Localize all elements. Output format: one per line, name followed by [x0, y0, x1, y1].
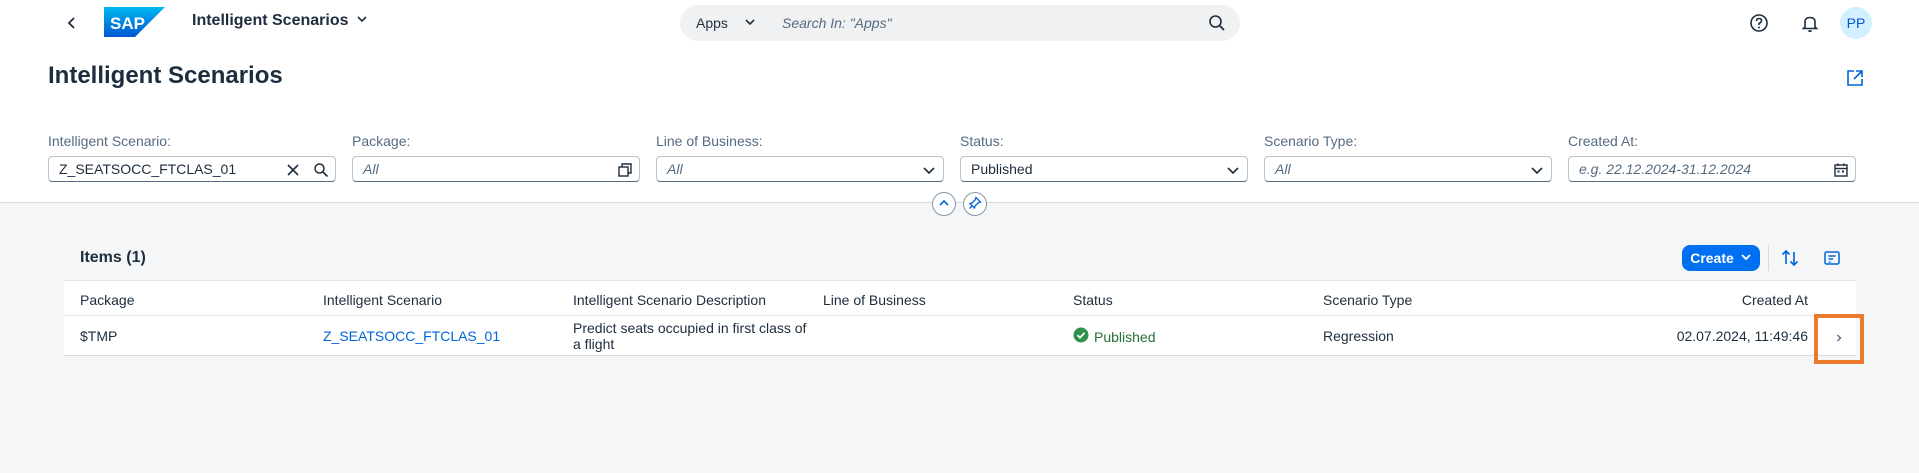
chevron-down-icon[interactable] — [1529, 161, 1545, 185]
pin-icon — [968, 195, 982, 213]
column-header-description[interactable]: Intelligent Scenario Description — [573, 292, 766, 308]
filter-label: Line of Business: — [656, 133, 763, 149]
chevron-right-icon — [1833, 331, 1845, 347]
calendar-icon[interactable] — [1833, 161, 1849, 185]
filter-placeholder: All — [1275, 161, 1291, 177]
filter-line-of-business: Line of Business: All — [656, 133, 944, 182]
chevron-down-icon — [744, 15, 756, 31]
filter-scenario-type: Scenario Type: All — [1264, 133, 1552, 182]
status-select[interactable]: Published — [960, 156, 1248, 182]
filter-label: Status: — [960, 133, 1004, 149]
notification-bell-icon[interactable] — [1798, 11, 1822, 35]
success-check-icon — [1073, 327, 1089, 346]
search-scope-select[interactable]: Apps — [696, 15, 756, 31]
column-header-line-of-business[interactable]: Line of Business — [823, 292, 926, 308]
filter-placeholder: All — [667, 161, 683, 177]
filter-created-at: Created At: e.g. 22.12.2024-31.12.2024 — [1568, 133, 1856, 182]
table-title: Items (1) — [80, 249, 146, 266]
table-settings-icon[interactable] — [1822, 248, 1842, 271]
filter-label: Scenario Type: — [1264, 133, 1358, 149]
clear-icon[interactable] — [285, 161, 301, 185]
back-icon[interactable] — [62, 13, 82, 33]
filter-placeholder: All — [363, 161, 379, 177]
column-header-status[interactable]: Status — [1073, 292, 1113, 308]
sap-logo[interactable]: SAP — [104, 7, 165, 37]
column-header-package[interactable]: Package — [80, 292, 134, 308]
search-icon[interactable] — [313, 161, 329, 185]
share-icon[interactable] — [1845, 68, 1865, 91]
filter-placeholder: e.g. 22.12.2024-31.12.2024 — [1579, 161, 1752, 177]
shell-bar: SAP Intelligent Scenarios Apps Search In… — [0, 0, 1919, 46]
column-header-created-at[interactable]: Created At — [1742, 292, 1808, 308]
cell-status: Published — [1073, 327, 1156, 346]
scenario-type-select[interactable]: All — [1264, 156, 1552, 182]
create-button[interactable]: Create — [1682, 245, 1760, 271]
table-header-row: Package Intelligent Scenario Intelligent… — [64, 280, 1856, 316]
filter-label: Package: — [352, 133, 411, 149]
app-title-menu[interactable]: Intelligent Scenarios — [192, 12, 368, 30]
page-title: Intelligent Scenarios — [48, 62, 283, 89]
items-table-card: Items (1) Create Package Intelligent Sce… — [64, 236, 1864, 364]
description-line: a flight — [573, 336, 615, 352]
filter-label: Intelligent Scenario: — [48, 133, 171, 149]
filter-value: Published — [971, 161, 1033, 177]
toolbar-separator — [1768, 245, 1769, 271]
cell-package: $TMP — [80, 328, 118, 344]
user-avatar[interactable]: PP — [1840, 7, 1872, 39]
search-field[interactable]: Apps Search In: "Apps" — [680, 5, 1240, 41]
search-input[interactable]: Search In: "Apps" — [782, 15, 892, 31]
column-header-intelligent-scenario[interactable]: Intelligent Scenario — [323, 292, 442, 308]
cell-created-at: 02.07.2024, 11:49:46 — [1676, 328, 1808, 344]
pin-header-button[interactable] — [963, 192, 987, 216]
value-help-icon[interactable] — [617, 161, 633, 185]
column-header-scenario-type[interactable]: Scenario Type — [1323, 292, 1412, 308]
cell-description: Predict seats occupied in first class of… — [573, 320, 813, 352]
search-scope-label: Apps — [696, 15, 728, 31]
help-icon[interactable] — [1747, 11, 1771, 35]
created-at-date-input[interactable]: e.g. 22.12.2024-31.12.2024 — [1568, 156, 1856, 182]
sort-icon[interactable] — [1780, 248, 1800, 271]
filter-intelligent-scenario: Intelligent Scenario: Z_SEATSOCC_FTCLAS_… — [48, 133, 336, 182]
chevron-down-icon — [1740, 250, 1752, 266]
chevron-down-icon[interactable] — [1225, 161, 1241, 185]
package-input[interactable]: All — [352, 156, 640, 182]
chevron-up-icon — [938, 196, 950, 212]
description-line: Predict seats occupied in first class of — [573, 320, 807, 336]
filter-package: Package: All — [352, 133, 640, 182]
app-title: Intelligent Scenarios — [192, 12, 349, 29]
logo-text: SAP — [110, 14, 145, 33]
line-of-business-select[interactable]: All — [656, 156, 944, 182]
filter-label: Created At: — [1568, 133, 1639, 149]
create-button-label: Create — [1690, 250, 1734, 266]
page-header: Intelligent Scenarios Intelligent Scenar… — [0, 46, 1919, 203]
search-icon[interactable] — [1208, 14, 1226, 35]
status-text: Published — [1094, 328, 1156, 345]
cell-scenario-type: Regression — [1323, 328, 1394, 344]
cell-scenario-link[interactable]: Z_SEATSOCC_FTCLAS_01 — [323, 328, 500, 344]
filter-value: Z_SEATSOCC_FTCLAS_01 — [59, 161, 237, 177]
row-navigation-button[interactable] — [1814, 314, 1864, 364]
chevron-down-icon[interactable] — [921, 161, 937, 185]
filter-status: Status: Published — [960, 133, 1248, 182]
collapse-header-button[interactable] — [932, 192, 956, 216]
table-row[interactable]: $TMP Z_SEATSOCC_FTCLAS_01 Predict seats … — [64, 314, 1864, 364]
chevron-down-icon — [356, 12, 368, 30]
intelligent-scenario-input[interactable]: Z_SEATSOCC_FTCLAS_01 — [48, 156, 336, 182]
